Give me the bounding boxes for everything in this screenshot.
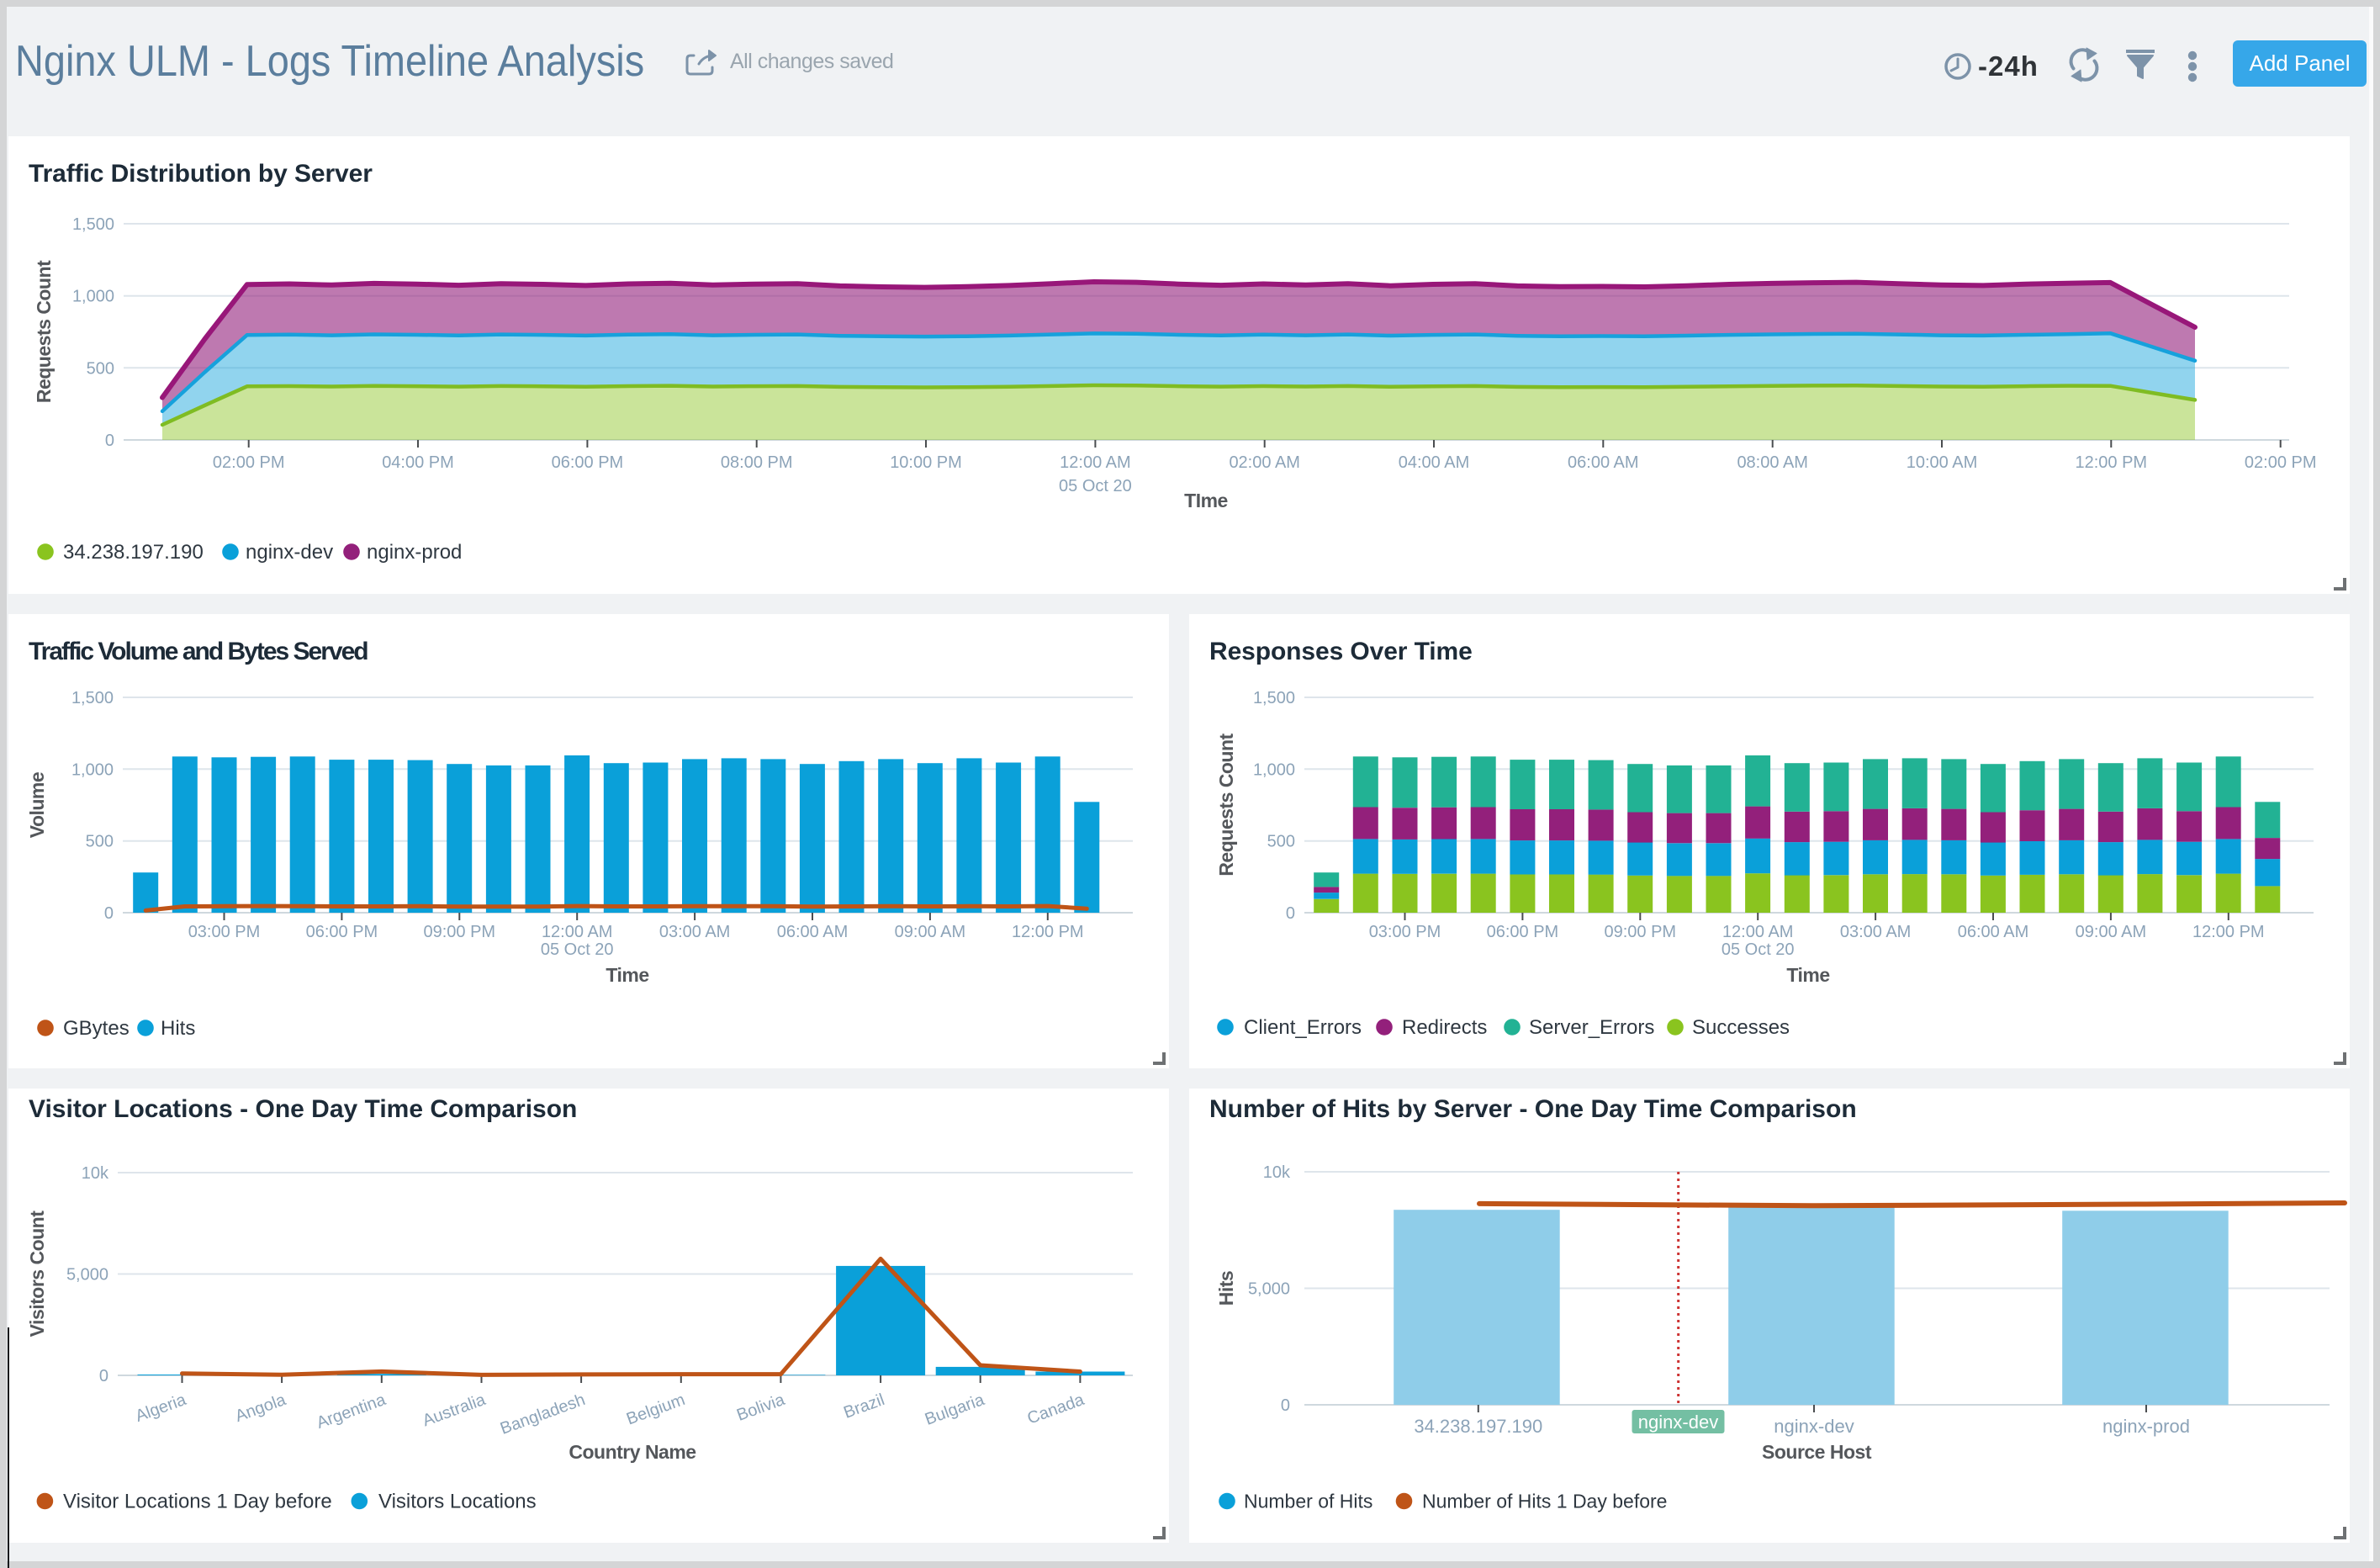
svg-text:03:00 AM: 03:00 AM: [1840, 923, 1912, 941]
svg-text:02:00 PM: 02:00 PM: [2245, 453, 2317, 472]
svg-text:Australia: Australia: [420, 1391, 489, 1431]
svg-text:05 Oct 20: 05 Oct 20: [1059, 477, 1132, 495]
svg-text:Number of Hits by Server - One: Number of Hits by Server - One Day Time …: [1209, 1095, 1857, 1123]
svg-text:Visitor Locations - One Day Ti: Visitor Locations - One Day Time Compari…: [29, 1095, 577, 1123]
svg-text:06:00 AM: 06:00 AM: [1958, 923, 2029, 941]
svg-text:nginx-prod: nginx-prod: [2102, 1416, 2190, 1437]
svg-text:Belgium: Belgium: [624, 1391, 687, 1428]
svg-text:Time: Time: [606, 964, 648, 986]
svg-text:Visitors Locations: Visitors Locations: [378, 1491, 537, 1513]
svg-text:02:00 AM: 02:00 AM: [1229, 453, 1300, 472]
svg-text:05 Oct 20: 05 Oct 20: [1722, 940, 1795, 959]
svg-text:10k: 10k: [82, 1164, 109, 1183]
svg-text:02:00 PM: 02:00 PM: [213, 453, 285, 472]
svg-text:Successes: Successes: [1692, 1016, 1790, 1039]
svg-text:03:00 PM: 03:00 PM: [188, 923, 261, 941]
svg-text:1,000: 1,000: [1253, 760, 1295, 779]
svg-text:1,500: 1,500: [1253, 689, 1295, 707]
svg-text:06:00 PM: 06:00 PM: [306, 923, 378, 941]
svg-text:1,000: 1,000: [71, 760, 114, 779]
svg-text:10:00 AM: 10:00 AM: [1907, 453, 1978, 472]
svg-text:34.238.197.190: 34.238.197.190: [1414, 1416, 1542, 1437]
svg-text:Requests Count: Requests Count: [1215, 733, 1237, 876]
svg-text:Bolivia: Bolivia: [734, 1391, 788, 1425]
svg-text:Number of Hits 1 Day before: Number of Hits 1 Day before: [1422, 1491, 1667, 1512]
svg-text:500: 500: [86, 833, 114, 851]
svg-text:Visitor Locations 1 Day before: Visitor Locations 1 Day before: [63, 1491, 332, 1513]
svg-text:Country Name: Country Name: [569, 1441, 695, 1463]
svg-text:0: 0: [104, 904, 114, 923]
svg-text:All changes saved: All changes saved: [730, 50, 893, 73]
svg-text:Bangladesh: Bangladesh: [498, 1391, 588, 1438]
svg-text:0: 0: [1286, 904, 1295, 923]
svg-text:Client_Errors: Client_Errors: [1244, 1016, 1362, 1039]
svg-text:12:00 PM: 12:00 PM: [1012, 923, 1084, 941]
svg-text:Redirects: Redirects: [1402, 1016, 1487, 1039]
svg-text:09:00 PM: 09:00 PM: [1604, 923, 1676, 941]
svg-text:5,000: 5,000: [1248, 1280, 1290, 1299]
svg-text:Volume: Volume: [26, 772, 48, 838]
svg-text:nginx-dev: nginx-dev: [1638, 1412, 1718, 1433]
svg-text:1,500: 1,500: [72, 215, 114, 234]
svg-text:04:00 AM: 04:00 AM: [1399, 453, 1470, 472]
svg-text:Source Host: Source Host: [1762, 1441, 1872, 1463]
svg-text:Traffic Volume and Bytes Serve: Traffic Volume and Bytes Served: [29, 638, 368, 665]
svg-text:12:00 AM: 12:00 AM: [1060, 453, 1131, 472]
svg-text:Hits: Hits: [161, 1017, 195, 1040]
svg-text:Traffic Distribution by Server: Traffic Distribution by Server: [29, 160, 373, 188]
svg-text:12:00 PM: 12:00 PM: [2192, 923, 2265, 941]
svg-text:Angola: Angola: [233, 1391, 289, 1426]
svg-text:0: 0: [99, 1367, 108, 1385]
svg-text:05 Oct 20: 05 Oct 20: [541, 940, 614, 959]
svg-text:Number of Hits: Number of Hits: [1244, 1491, 1372, 1512]
svg-text:Requests Count: Requests Count: [33, 260, 55, 403]
svg-text:06:00 PM: 06:00 PM: [1487, 923, 1559, 941]
svg-text:12:00 AM: 12:00 AM: [1722, 923, 1794, 941]
svg-text:Responses Over Time: Responses Over Time: [1209, 638, 1473, 665]
svg-text:09:00 AM: 09:00 AM: [895, 923, 966, 941]
svg-text:04:00 PM: 04:00 PM: [382, 453, 454, 472]
svg-text:Canada: Canada: [1025, 1391, 1087, 1428]
svg-text:nginx-dev: nginx-dev: [1774, 1416, 1854, 1437]
svg-text:Time: Time: [1786, 964, 1829, 986]
svg-text:06:00 AM: 06:00 AM: [777, 923, 849, 941]
svg-text:Visitors Count: Visitors Count: [26, 1210, 48, 1338]
svg-text:1,500: 1,500: [71, 689, 114, 707]
svg-text:12:00 PM: 12:00 PM: [2075, 453, 2147, 472]
svg-text:-24h: -24h: [1978, 50, 2039, 82]
svg-text:500: 500: [87, 359, 114, 378]
svg-text:08:00 AM: 08:00 AM: [1737, 453, 1808, 472]
svg-text:09:00 AM: 09:00 AM: [2076, 923, 2147, 941]
svg-text:TIme: TIme: [1184, 490, 1228, 511]
svg-text:nginx-prod: nginx-prod: [367, 541, 462, 564]
svg-text:Hits: Hits: [1215, 1271, 1237, 1306]
svg-text:500: 500: [1267, 833, 1295, 851]
svg-text:Server_Errors: Server_Errors: [1529, 1016, 1654, 1039]
svg-text:Bulgaria: Bulgaria: [923, 1391, 987, 1429]
svg-text:1,000: 1,000: [72, 288, 114, 306]
svg-text:Algeria: Algeria: [133, 1391, 189, 1426]
svg-text:34.238.197.190: 34.238.197.190: [63, 541, 204, 564]
svg-text:12:00 AM: 12:00 AM: [542, 923, 613, 941]
svg-text:Brazil: Brazil: [841, 1391, 887, 1422]
svg-text:10k: 10k: [1263, 1163, 1291, 1182]
svg-text:0: 0: [105, 432, 114, 450]
svg-text:03:00 AM: 03:00 AM: [659, 923, 731, 941]
svg-text:0: 0: [1281, 1396, 1290, 1415]
svg-text:08:00 PM: 08:00 PM: [721, 453, 793, 472]
svg-text:03:00 PM: 03:00 PM: [1369, 923, 1441, 941]
svg-text:nginx-dev: nginx-dev: [246, 541, 333, 564]
svg-text:Argentina: Argentina: [315, 1391, 389, 1433]
svg-text:09:00 PM: 09:00 PM: [423, 923, 495, 941]
svg-text:5,000: 5,000: [66, 1266, 108, 1285]
svg-text:GBytes: GBytes: [63, 1017, 130, 1040]
svg-text:06:00 PM: 06:00 PM: [552, 453, 624, 472]
svg-text:10:00 PM: 10:00 PM: [890, 453, 962, 472]
svg-text:06:00 AM: 06:00 AM: [1568, 453, 1639, 472]
